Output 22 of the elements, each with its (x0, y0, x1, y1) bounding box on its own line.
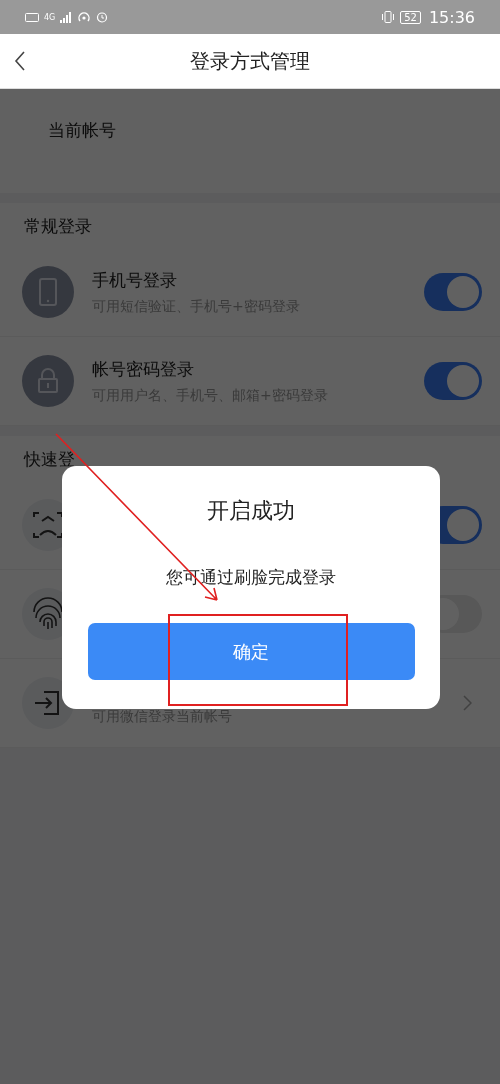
sim-icon (25, 12, 39, 22)
alarm-icon (96, 11, 109, 23)
section-label: 常规登录 (23, 215, 92, 238)
signal-icon (60, 11, 73, 23)
option-title: 帐号密码登录 (92, 357, 195, 381)
hotspot-icon (77, 11, 92, 23)
back-button[interactable] (14, 51, 26, 71)
toggle-switch[interactable] (424, 362, 482, 400)
page-title: 登录方式管理 (190, 47, 310, 75)
toggle-switch[interactable] (424, 273, 482, 311)
vibrate-icon (381, 11, 396, 23)
clock-time: 15:36 (428, 7, 475, 27)
option-title: 手机号登录 (92, 268, 178, 292)
network-label: 4G (44, 12, 56, 22)
confirm-button[interactable]: 确定 (87, 623, 415, 680)
battery-indicator: 52 (400, 10, 421, 24)
section-label: 当前帐号 (47, 120, 116, 140)
lock-icon (22, 355, 74, 407)
phone-icon (22, 266, 74, 318)
dialog-title: 开启成功 (207, 497, 295, 525)
section-label: 快速登 (22, 448, 75, 471)
chevron-right-icon (463, 695, 472, 711)
